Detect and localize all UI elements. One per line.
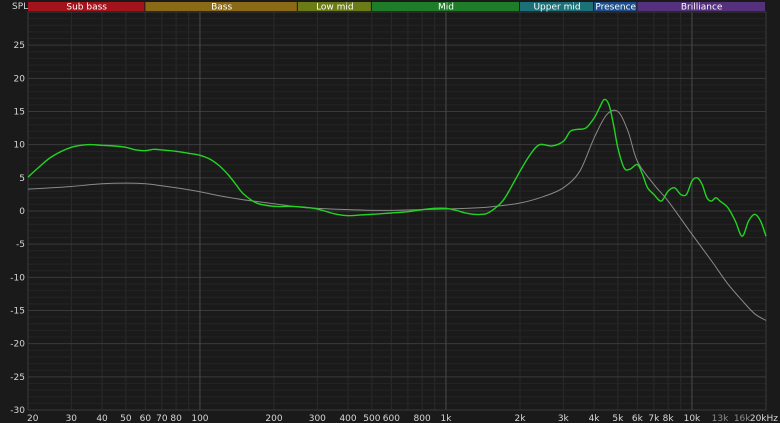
- x-tick-label: 8k: [663, 414, 675, 423]
- band-label-0: Sub bass: [66, 3, 107, 13]
- y-tick-label: 5: [19, 174, 25, 184]
- chart-svg: Sub bass Bass Low mid Mid Upper mid Presence B…: [0, 0, 780, 423]
- frequency-response-chart: Sub bass Bass Low mid Mid Upper mid Presence B…: [0, 0, 780, 423]
- x-tick-label: 50: [120, 414, 132, 423]
- x-tick-label: 3k: [558, 414, 570, 423]
- band-label-3: Mid: [438, 3, 454, 13]
- y-tick-label: 10: [14, 141, 26, 151]
- y-tick-label: 15: [14, 108, 25, 118]
- x-tick-label: 40: [96, 414, 108, 423]
- x-tick-label: 6k: [632, 414, 644, 423]
- band-label-5: Presence: [595, 3, 636, 13]
- x-tick-label: 16k: [734, 414, 751, 423]
- y-tick-label: -30: [10, 406, 25, 416]
- x-tick-label: 13k: [712, 414, 729, 423]
- y-tick-label: 20: [14, 74, 26, 84]
- x-tick-label: 60: [140, 414, 152, 423]
- band-label-1: Bass: [211, 3, 232, 13]
- y-tick-label: 0: [19, 207, 25, 217]
- x-tick-label: 200: [265, 414, 282, 423]
- x-tick-label: 800: [414, 414, 431, 423]
- x-tick-label: 400: [339, 414, 356, 423]
- x-tick-label: 20kHz: [750, 414, 778, 423]
- y-tick-label: 25: [14, 41, 25, 51]
- x-tick-label: 4k: [589, 414, 601, 423]
- y-tick-label: -25: [10, 373, 25, 383]
- y-tick-label: -20: [10, 340, 25, 350]
- x-tick-label: 2k: [515, 414, 527, 423]
- x-tick-label: 80: [170, 414, 182, 423]
- x-tick-label: 500: [363, 414, 380, 423]
- y-tick-label: -10: [10, 273, 25, 283]
- band-header: Sub bass Bass Low mid Mid Upper mid Presence B…: [28, 2, 765, 13]
- y-tick-label: -5: [16, 240, 25, 250]
- band-label-6: Brilliance: [681, 3, 723, 13]
- x-tick-label: 10k: [684, 414, 701, 423]
- x-tick-label: 600: [383, 414, 400, 423]
- x-tick-label: 70: [156, 414, 168, 423]
- x-tick-label: 100: [191, 414, 208, 423]
- y-axis-label: SPL: [12, 2, 28, 12]
- x-tick-label: 20: [27, 414, 39, 423]
- x-tick-label: 30: [66, 414, 78, 423]
- y-tick-label: -15: [10, 307, 25, 317]
- x-tick-label: 5k: [612, 414, 624, 423]
- x-tick-label: 1k: [440, 414, 452, 423]
- x-tick-label: 7k: [648, 414, 660, 423]
- band-label-4: Upper mid: [533, 3, 580, 13]
- x-tick-label: 300: [309, 414, 326, 423]
- band-label-2: Low mid: [316, 3, 354, 13]
